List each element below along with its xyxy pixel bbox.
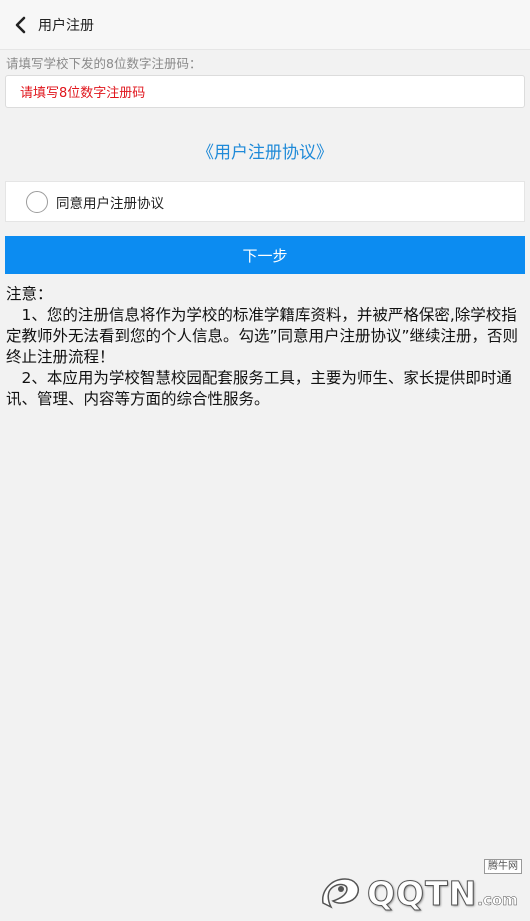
registration-code-input[interactable]: 请填写8位数字注册码	[5, 75, 525, 108]
agree-row[interactable]: 同意用户注册协议	[5, 181, 525, 222]
notice-heading: 注意：	[6, 285, 53, 303]
watermark-suffix: .com	[477, 891, 518, 910]
registration-code-hint: 请填写学校下发的8位数字注册码：	[6, 56, 202, 71]
notice-item-1: 1、您的注册信息将作为学校的标准学籍库资料，并被严格保密,除学校指定教师外无法看…	[6, 306, 519, 366]
back-button[interactable]	[0, 0, 40, 50]
registration-code-placeholder: 请填写8位数字注册码	[20, 86, 146, 101]
notice-item-2: 2、本应用为学校智慧校园配套服务工具，主要为师生、家长提供即时通讯、管理、内容等…	[6, 369, 512, 408]
top-bar: 用户注册	[0, 0, 530, 50]
user-agreement-link[interactable]: 《用户注册协议》	[0, 138, 530, 163]
watermark-badge: 腾牛网	[484, 859, 522, 874]
notice-block: 注意： 1、您的注册信息将作为学校的标准学籍库资料，并被严格保密,除学校指定教师…	[6, 284, 528, 410]
qqtn-logo-icon	[322, 878, 359, 909]
agree-label: 同意用户注册协议	[56, 195, 164, 212]
page-title: 用户注册	[38, 17, 94, 34]
agree-radio[interactable]	[26, 190, 48, 213]
chevron-left-icon	[15, 16, 26, 33]
next-step-button[interactable]: 下一步	[5, 236, 525, 274]
watermark-text: QQTN	[366, 873, 478, 913]
watermark: QQTN .com 腾牛网	[317, 859, 522, 913]
